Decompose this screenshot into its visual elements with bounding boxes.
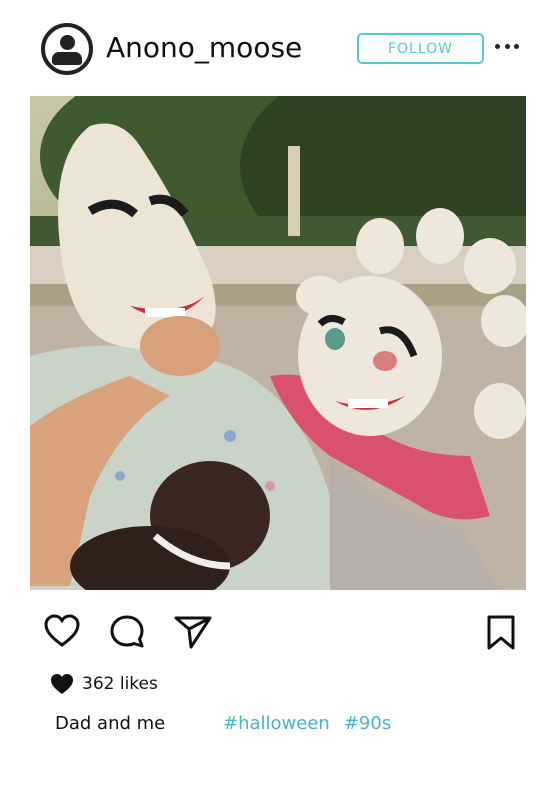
post-caption: Dad and me (55, 712, 166, 734)
likes-row: 362 likes (50, 672, 158, 696)
username[interactable]: Anono_moose (106, 30, 302, 66)
comment-bubble-icon[interactable] (107, 612, 147, 652)
more-options-icon[interactable] (495, 40, 519, 52)
send-icon[interactable] (173, 612, 213, 652)
hashtag-link[interactable]: #halloween (223, 713, 330, 734)
follow-button[interactable]: FOLLOW (357, 33, 484, 64)
hashtags: #halloween #90s (223, 710, 405, 736)
user-avatar-icon[interactable] (41, 23, 93, 75)
hashtag-link[interactable]: #90s (344, 713, 391, 734)
heart-filled-icon (51, 674, 73, 694)
post-card: Anono_moose FOLLOW 362 likes Dad and me … (0, 0, 554, 790)
bookmark-icon[interactable] (481, 612, 521, 652)
post-header: Anono_moose FOLLOW (0, 0, 554, 96)
post-photo[interactable] (30, 96, 526, 590)
heart-icon[interactable] (42, 612, 82, 652)
post-actions (0, 600, 554, 660)
likes-count: 362 likes (82, 674, 158, 694)
